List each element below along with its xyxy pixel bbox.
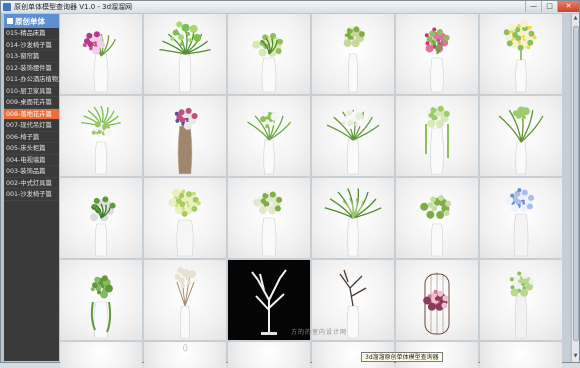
model-thumbnail[interactable]: [396, 96, 478, 176]
watermark-text: 方的的室内设计网: [291, 329, 348, 336]
sidebar-item[interactable]: 015-精品床篇: [4, 28, 59, 40]
plant-model-image: [82, 31, 116, 93]
plant-model-image: [425, 104, 450, 175]
plant-model-image: [252, 31, 283, 93]
sidebar-item[interactable]: 001-沙发椅子篇: [4, 189, 59, 201]
model-thumbnail[interactable]: [228, 178, 310, 258]
model-thumbnail[interactable]: [480, 14, 562, 94]
plant-model-image: [168, 188, 201, 257]
model-thumbnail[interactable]: [144, 178, 226, 258]
sidebar-item[interactable]: 004-电视墙篇: [4, 155, 59, 166]
model-thumbnail[interactable]: [60, 14, 142, 94]
model-thumbnail[interactable]: [60, 96, 142, 176]
model-thumbnail[interactable]: [312, 96, 394, 176]
plant-model-image: [324, 188, 382, 257]
vertical-scrollbar[interactable]: ▲ ▼: [571, 14, 579, 362]
sidebar-item[interactable]: 011-办公酒店植物篇: [4, 74, 59, 86]
model-thumbnail[interactable]: [228, 14, 310, 94]
scroll-up-icon[interactable]: ▲: [572, 15, 579, 23]
sidebar-item[interactable]: 005-床头柜篇: [4, 143, 59, 155]
sidebar-item[interactable]: 008-落地花卉篇: [4, 108, 59, 120]
sidebar-item[interactable]: 006-椅子篇: [4, 132, 59, 143]
plant-model-image: [509, 271, 535, 339]
model-thumbnail[interactable]: [396, 178, 478, 258]
model-thumbnail[interactable]: [60, 342, 142, 368]
tooltip: 3d溜溜原创单体模型查询器: [361, 352, 443, 362]
plant-model-image: [420, 193, 451, 257]
sidebar-item[interactable]: 013-窗帘篇: [4, 51, 59, 63]
plant-model-image: [253, 190, 283, 257]
plant-model-image: [326, 109, 380, 175]
sidebar-item[interactable]: 007-现代吊灯篇: [4, 120, 59, 132]
model-thumbnail[interactable]: [312, 14, 394, 94]
scroll-down-icon[interactable]: ▼: [572, 353, 579, 361]
close-button[interactable]: ✕: [557, 1, 579, 12]
plant-model-image: [498, 106, 544, 175]
plant-model-image: [343, 25, 365, 93]
app-icon: [3, 3, 11, 11]
plant-model-image: [505, 188, 535, 257]
model-thumbnail[interactable]: [144, 342, 226, 368]
window-title: 原创单体模型查询器 V1.0 - 3d溜溜网: [14, 3, 133, 11]
model-thumbnail[interactable]: [144, 260, 226, 340]
title-bar[interactable]: 原创单体模型查询器 V1.0 - 3d溜溜网 — □ ✕: [1, 1, 579, 13]
model-thumbnail[interactable]: [396, 14, 478, 94]
sidebar-item[interactable]: 009-桌面花卉篇: [4, 97, 59, 109]
plant-model-image: [247, 110, 292, 175]
plant-model-image: [423, 272, 450, 335]
model-thumbnail[interactable]: [144, 14, 226, 94]
sidebar-header-label: 原创单体: [15, 16, 45, 26]
model-thumbnail[interactable]: [480, 342, 562, 368]
plant-model-image: [480, 342, 562, 368]
model-thumbnail[interactable]: [60, 260, 142, 340]
plant-model-image: [228, 342, 310, 368]
plant-model-image: [174, 267, 196, 339]
minimize-button[interactable]: —: [525, 1, 541, 12]
sidebar-item[interactable]: 014-沙发椅子篇: [4, 40, 59, 51]
plant-model-image: [183, 344, 188, 352]
model-thumbnail[interactable]: [228, 96, 310, 176]
app-window: 原创单体模型查询器 V1.0 - 3d溜溜网 — □ ✕ 原创单体 015-精品…: [0, 0, 580, 368]
plant-model-image: [174, 107, 198, 175]
model-thumbnail[interactable]: [144, 96, 226, 176]
plant-model-image: [90, 275, 113, 339]
model-thumbnail[interactable]: [480, 96, 562, 176]
sidebar-item[interactable]: 003-装饰品篇: [4, 166, 59, 178]
model-thumbnail[interactable]: [60, 178, 142, 258]
plant-model-image: [159, 21, 211, 93]
model-thumbnail[interactable]: [396, 260, 478, 340]
sidebar-item[interactable]: 010-厨卫家具篇: [4, 86, 59, 97]
plant-model-image: [503, 19, 537, 93]
sidebar-item[interactable]: 012-装饰摆件篇: [4, 63, 59, 74]
maximize-button[interactable]: □: [541, 1, 557, 12]
model-thumbnail[interactable]: [480, 178, 562, 258]
plant-model-image: [424, 27, 450, 93]
model-thumbnail[interactable]: [480, 260, 562, 340]
model-thumbnail-grid: [60, 14, 570, 368]
plant-model-image: [81, 105, 121, 175]
model-thumbnail[interactable]: [312, 178, 394, 258]
plant-model-image: [89, 194, 116, 257]
model-thumbnail[interactable]: [228, 342, 310, 368]
category-sidebar: 原创单体 015-精品床篇 014-沙发椅子篇 013-窗帘篇 012-装饰摆件篇 01…: [4, 14, 59, 361]
plant-model-image: [60, 342, 142, 368]
category-icon: [7, 18, 13, 24]
scroll-thumb[interactable]: [573, 26, 579, 341]
sidebar-header: 原创单体: [4, 14, 59, 28]
sidebar-item[interactable]: 002-中式灯具篇: [4, 178, 59, 189]
